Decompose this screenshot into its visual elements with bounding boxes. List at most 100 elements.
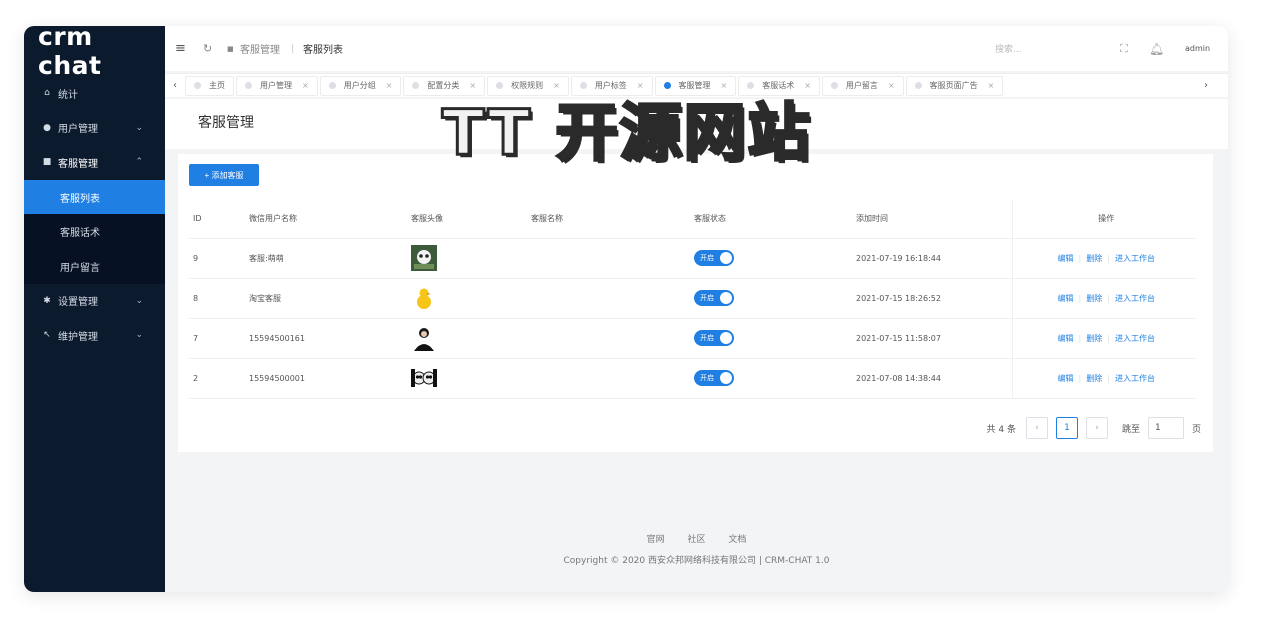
table-row: 9 客服:萌萌 开启 2021-07-19 16:18:44 编辑 | 删除 | 进入工作台 [189,238,1196,279]
status-toggle[interactable]: 开启 [694,370,734,386]
add-service-button[interactable]: + 添加客服 [189,164,259,186]
divider: | [1078,333,1082,343]
page-title: 客服管理 [198,115,254,131]
footer: 官网 社区 文档 Copyright © 2020 西安众邦网络科技有限公司 |… [165,532,1228,566]
tab-label: 用户分组 [343,81,376,90]
tab-home[interactable]: 主页 [185,75,234,96]
jump-input[interactable]: 1 [1147,417,1184,439]
divider: | [1107,373,1110,383]
tab-users[interactable]: 用户管理 × [236,75,318,96]
tab-ads[interactable]: 客服页面广告 × [905,75,1004,96]
sidebar-item-label: 统计 [58,89,78,101]
toggle-label: 开启 [700,254,714,262]
avatar[interactable] [411,245,437,271]
tab-user-groups[interactable]: 用户分组 × [319,75,402,96]
status-toggle[interactable]: 开启 [694,250,734,266]
tab-label: 主页 [209,81,225,90]
delete-link[interactable]: 删除 [1086,334,1102,343]
total-count: 共 4 条 [986,424,1016,435]
menu-toggle-icon[interactable]: ≡ [175,41,186,56]
cell-ops: 编辑 | 删除 | 进入工作台 [1011,238,1196,279]
topbar: ≡ ↻ ■ 客服管理 | 客服列表 搜索... ⛶ 🔔︎ admin [165,26,1228,71]
tab-messages[interactable]: 用户留言 × [821,75,904,96]
search-input[interactable]: 搜索... [995,42,1022,55]
page-unit-label: 页 [1191,424,1201,435]
user-name[interactable]: admin [1185,44,1210,53]
close-icon[interactable]: × [888,81,895,90]
cell-id: 7 [189,318,245,359]
cell-status: 开启 [690,238,852,279]
table-row: 7 15594500161 开启 2021-07-15 11:58:07 编辑 | 删除 | 进… [189,318,1196,359]
cell-time: 2021-07-15 11:58:07 [852,318,1012,359]
cell-wechat-name: 客服:萌萌 [245,238,407,279]
breadcrumb-parent[interactable]: 客服管理 [240,41,280,56]
sidebar: crm chat ⌂ 统计 ● 用户管理 ⌄ ■ 客服管理 ⌃ 客服列表 客服话… [24,26,165,592]
enter-workbench-link[interactable]: 进入工作台 [1115,294,1155,303]
cell-name [527,318,690,359]
toggle-knob [720,252,732,264]
edit-link[interactable]: 编辑 [1058,294,1074,303]
cell-avatar [407,238,527,279]
sidebar-item-service[interactable]: ■ 客服管理 ⌃ [24,145,165,180]
divider: | [1107,333,1110,343]
edit-link[interactable]: 编辑 [1058,254,1074,263]
page-number-button[interactable]: 1 [1055,417,1078,439]
prev-page-button[interactable]: ‹ [1025,417,1048,439]
col-name: 客服名称 [527,200,690,239]
cell-time: 2021-07-15 18:26:52 [852,278,1012,319]
tab-dot [914,82,922,89]
refresh-icon[interactable]: ↻ [203,42,212,55]
sidebar-item-users[interactable]: ● 用户管理 ⌄ [24,111,165,146]
cell-name [527,358,690,399]
footer-links: 官网 社区 文档 [165,532,1228,545]
enter-workbench-link[interactable]: 进入工作台 [1115,334,1155,343]
breadcrumb-current: 客服列表 [303,45,343,56]
sidebar-item-service-list[interactable]: 客服列表 [24,179,165,215]
sidebar-item-messages[interactable]: 用户留言 [24,249,165,284]
footer-link-community[interactable]: 社区 [687,535,705,545]
sidebar-item-settings[interactable]: ✱ 设置管理 ⌄ [24,284,165,319]
close-icon[interactable]: × [988,81,995,90]
tab-scroll-left-icon[interactable]: ‹ [165,80,185,91]
delete-link[interactable]: 删除 [1086,254,1102,263]
close-icon[interactable]: × [386,81,393,90]
cell-status: 开启 [690,278,852,319]
cell-wechat-name: 15594500001 [245,358,407,399]
avatar[interactable] [411,285,437,311]
enter-workbench-link[interactable]: 进入工作台 [1115,254,1155,263]
jump-label: 跳至 [1121,424,1140,435]
tab-dot [412,82,420,89]
status-toggle[interactable]: 开启 [694,330,734,346]
gear-icon: ✱ [43,295,51,306]
edit-link[interactable]: 编辑 [1058,374,1074,383]
col-wechat-name: 微信用户名称 [245,200,407,239]
breadcrumb-icon: ■ [227,44,234,53]
close-icon[interactable]: × [302,81,309,90]
sidebar-item-service-scripts[interactable]: 客服话术 [24,214,165,249]
fullscreen-icon[interactable]: ⛶ [1120,42,1128,56]
sidebar-item-maintenance[interactable]: ↖ 维护管理 ⌄ [24,318,165,353]
footer-link-site[interactable]: 官网 [647,535,665,545]
tab-label: 客服页面广告 [929,81,978,90]
sidebar-item-label: 维护管理 [58,331,98,343]
wrench-icon: ↖ [43,330,51,341]
delete-link[interactable]: 删除 [1086,294,1102,303]
cell-avatar [407,278,527,319]
sidebar-item-stats[interactable]: ⌂ 统计 [24,76,165,111]
footer-link-docs[interactable]: 文档 [728,535,746,545]
bell-icon[interactable]: 🔔︎ [1149,42,1164,56]
tab-scroll-right-icon[interactable]: › [1204,80,1208,91]
toggle-knob [720,292,732,304]
edit-link[interactable]: 编辑 [1058,334,1074,343]
cell-id: 8 [189,278,245,319]
next-page-button[interactable]: › [1085,417,1108,439]
avatar[interactable] [411,325,437,351]
col-id: ID [189,200,245,239]
toggle-label: 开启 [700,374,714,382]
avatar[interactable] [411,365,437,391]
tab-dot [830,82,838,89]
delete-link[interactable]: 删除 [1086,374,1102,383]
tab-dot [194,82,201,89]
enter-workbench-link[interactable]: 进入工作台 [1115,374,1155,383]
status-toggle[interactable]: 开启 [694,290,734,306]
